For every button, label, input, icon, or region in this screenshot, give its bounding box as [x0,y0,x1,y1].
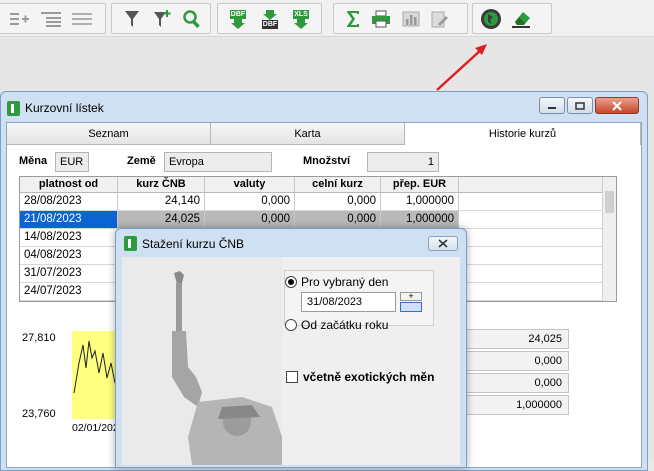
table-cell: 0,000 [295,211,381,228]
table-cell: 1,000000 [381,211,459,228]
date-plus-button[interactable]: + [400,292,422,301]
table-cell: 21/08/2023 [20,211,118,228]
minimize-button[interactable] [539,97,565,114]
option-selected-day-label: Pro vybraný den [301,275,389,289]
table-row[interactable]: 28/08/2023 24,140 0,000 0,000 1,000000 [20,193,616,211]
download-cnb-rate-dialog: Stažení kurzu ČNB Pro vybraný den 31/08/… [115,228,467,468]
option-selected-day[interactable]: Pro vybraný den [285,275,388,289]
window-controls [539,97,639,114]
checkbox-box[interactable] [286,371,298,383]
table-cell: 0,000 [205,211,295,228]
toolbar-group-rates [472,3,552,34]
print-icon[interactable] [369,7,393,31]
list-add-icon[interactable] [39,7,63,31]
option-from-year-start[interactable]: Od začátku roku [285,318,388,332]
globe-download-icon[interactable] [479,7,503,31]
maximize-button[interactable] [567,97,593,114]
chart-ymax-label: 27,810 [22,332,56,344]
radio-selected-day[interactable] [285,276,297,288]
date-input[interactable]: 31/08/2023 [301,292,396,312]
country-label: Země [127,155,156,167]
tab-rate-history[interactable]: Historie kurzů [405,123,641,145]
table-cell: 0,000 [295,193,381,210]
chart-ymin-label: 23,760 [22,408,56,420]
table-cell: 31/07/2023 [20,265,118,282]
toolbar-group-export: DBF DBF XLS [217,3,322,34]
window-title: Kurzovní lístek [25,101,104,115]
table-cell: 14/08/2023 [20,229,118,246]
chart-icon[interactable] [399,7,423,31]
dialog-title: Stažení kurzu ČNB [142,236,245,251]
tab-bar: Seznam Karta Historie kurzů [7,123,641,145]
table-header: platnost od kurz ČNB valuty celní kurz p… [20,177,616,193]
col-valid-from[interactable]: platnost od [20,177,118,192]
rate-mini-chart: 27,810 23,760 02/01/2023 [22,331,129,434]
main-toolbar: DBF DBF XLS [0,0,654,37]
tab-card[interactable]: Karta [211,123,405,145]
table-cell: 24/07/2023 [20,283,118,300]
date-picker-buttons: + [400,292,422,312]
table-cell: 0,000 [205,193,295,210]
statue-image [122,257,282,465]
dialog-content: Pro vybraný den 31/08/2023 + Od začátku … [122,257,460,465]
table-cell: 1,000000 [381,193,459,210]
radio-from-year-start[interactable] [285,319,297,331]
toolbar-group-tools [333,3,468,34]
table-scrollbar[interactable] [602,177,616,301]
exotic-currencies-checkbox[interactable]: včetně exotických měn [286,370,434,384]
filter-icon[interactable] [120,7,144,31]
app-icon [7,100,20,116]
currency-field[interactable]: EUR [55,152,89,172]
dialog-titlebar: Stažení kurzu ČNB [124,236,244,251]
filter-plus-icon[interactable] [150,7,174,31]
col-currency-notes[interactable]: valuty [205,177,295,192]
table-cell: 04/08/2023 [20,247,118,264]
quantity-label: Množství [303,155,351,167]
eraser-icon[interactable] [509,7,533,31]
export-dbf-alt-icon[interactable]: DBF [258,7,282,31]
sum-icon[interactable] [341,7,365,31]
edit-doc-icon[interactable] [427,7,451,31]
close-button[interactable] [595,97,639,114]
toolbar-group-rows [0,3,106,34]
table-cell: 28/08/2023 [20,193,118,210]
col-eur-conversion[interactable]: přep. EUR [381,177,459,192]
export-dbf-icon[interactable]: DBF [226,7,250,31]
list-remove-icon[interactable] [70,7,94,31]
quantity-field[interactable]: 1 [367,152,439,172]
exotic-currencies-label: včetně exotických měn [303,370,435,384]
table-row[interactable]: 21/08/2023 24,025 0,000 0,000 1,000000 [20,211,616,229]
country-field[interactable]: Evropa [164,152,272,172]
table-cell: 24,025 [118,211,205,228]
export-xls-icon[interactable]: XLS [289,7,313,31]
search-icon[interactable] [180,7,204,31]
add-row-icon[interactable] [7,7,31,31]
scrollbar-thumb[interactable] [605,191,614,213]
col-cnb-rate[interactable]: kurz ČNB [118,177,205,192]
option-from-year-start-label: Od začátku roku [301,318,389,332]
dbf-alt-label: DBF [261,19,279,29]
col-customs-rate[interactable]: celní kurz [295,177,381,192]
tab-list[interactable]: Seznam [7,123,211,145]
toolbar-group-filter [111,3,211,34]
dialog-close-button[interactable] [428,236,458,251]
dbf-label: DBF [229,9,247,19]
window-titlebar: Kurzovní lístek [7,97,104,119]
xls-label: XLS [293,9,309,19]
table-cell: 24,140 [118,193,205,210]
currency-label: Měna [19,155,48,167]
calendar-icon[interactable] [400,302,422,312]
dialog-app-icon [124,236,137,251]
